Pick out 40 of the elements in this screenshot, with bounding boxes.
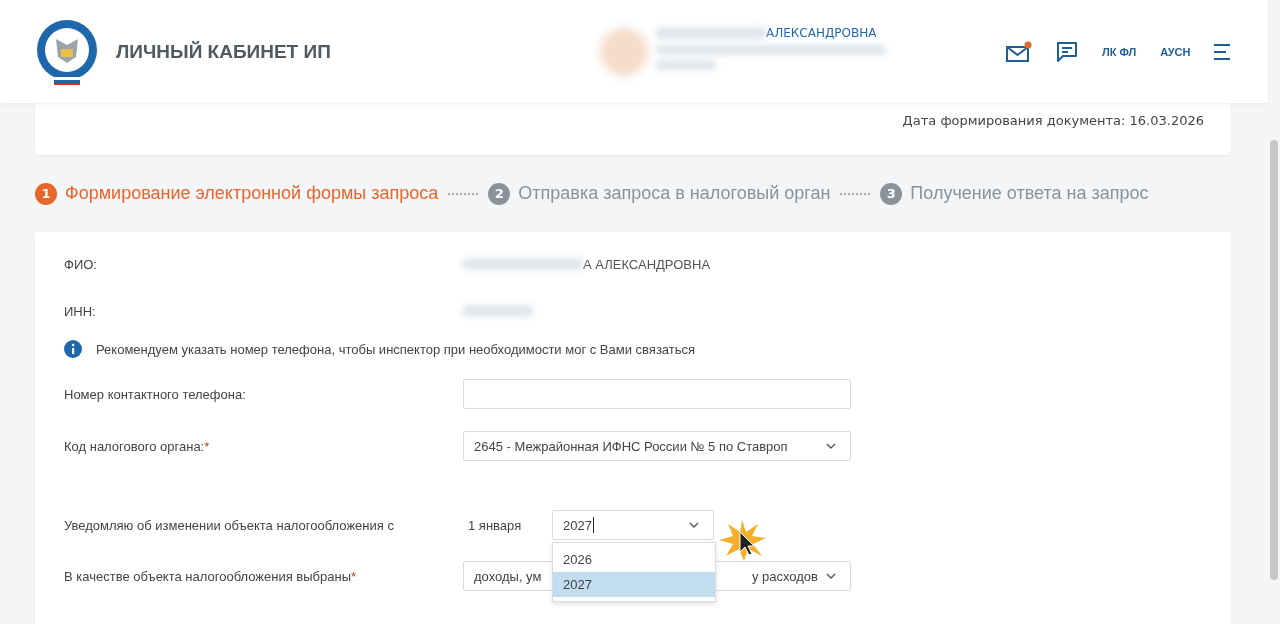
user-name[interactable]: АЛЕКСАНДРОВНА (766, 25, 877, 40)
dropdown-option[interactable]: 2026 (553, 547, 715, 572)
menu-icon[interactable] (1214, 42, 1233, 61)
phone-input[interactable] (463, 379, 851, 409)
info-icon (64, 340, 82, 358)
required-mark: * (204, 438, 210, 454)
step-connector (448, 192, 479, 195)
name-value: А АЛЕКСАНДРОВНА (583, 256, 711, 272)
field-label: Номер контактного телефона: (64, 386, 246, 402)
step-number: 2 (488, 182, 511, 205)
date-prefix: 1 января (467, 517, 523, 533)
tax-office-select[interactable]: 2645 - Межрайонная ИФНС России № 5 по Ставроп (463, 431, 851, 461)
chevron-icon (826, 573, 836, 579)
info-message: Рекомендуем указать номер телефона, чтобы инспектор при необходимости мог с Вами связаться (96, 341, 696, 357)
step-connector (840, 192, 871, 195)
scrollbar[interactable] (1270, 140, 1278, 580)
app-title: ЛИЧНЫЙ КАБИНЕТ ИП (116, 40, 331, 63)
field-label: ФИО: (64, 256, 97, 272)
redacted-text (463, 305, 533, 317)
mail-icon[interactable] (1006, 40, 1032, 63)
year-select[interactable]: 2027 (552, 510, 714, 540)
chevron-icon (689, 522, 699, 528)
header-link[interactable]: ЛК ФЛ (1102, 45, 1137, 58)
field-label: В качестве объекта налогообложения выбраны (64, 568, 351, 584)
step-label: Получение ответа на запрос (910, 183, 1149, 204)
step-label: Отправка запроса в налоговый орган (518, 183, 831, 204)
field-label: Код налогового органа: (64, 438, 205, 454)
field-label: ИНН: (64, 303, 96, 319)
chat-icon[interactable] (1056, 40, 1078, 63)
emblem-logo[interactable] (34, 18, 100, 85)
step-label: Формирование электронной формы запроса (65, 183, 439, 204)
field-label: Уведомляю об изменении объекта налогообложения с (64, 517, 394, 533)
chevron-icon (826, 443, 836, 449)
header-link[interactable]: АУСН (1160, 45, 1191, 58)
required-mark: * (351, 568, 357, 584)
document-date: Дата формирования документа: 16.03.2026 (902, 113, 1204, 128)
redacted-text (656, 59, 716, 70)
step-number: 1 (35, 182, 57, 205)
dropdown-option[interactable]: 2027 (553, 572, 715, 597)
step-number: 3 (880, 182, 903, 205)
